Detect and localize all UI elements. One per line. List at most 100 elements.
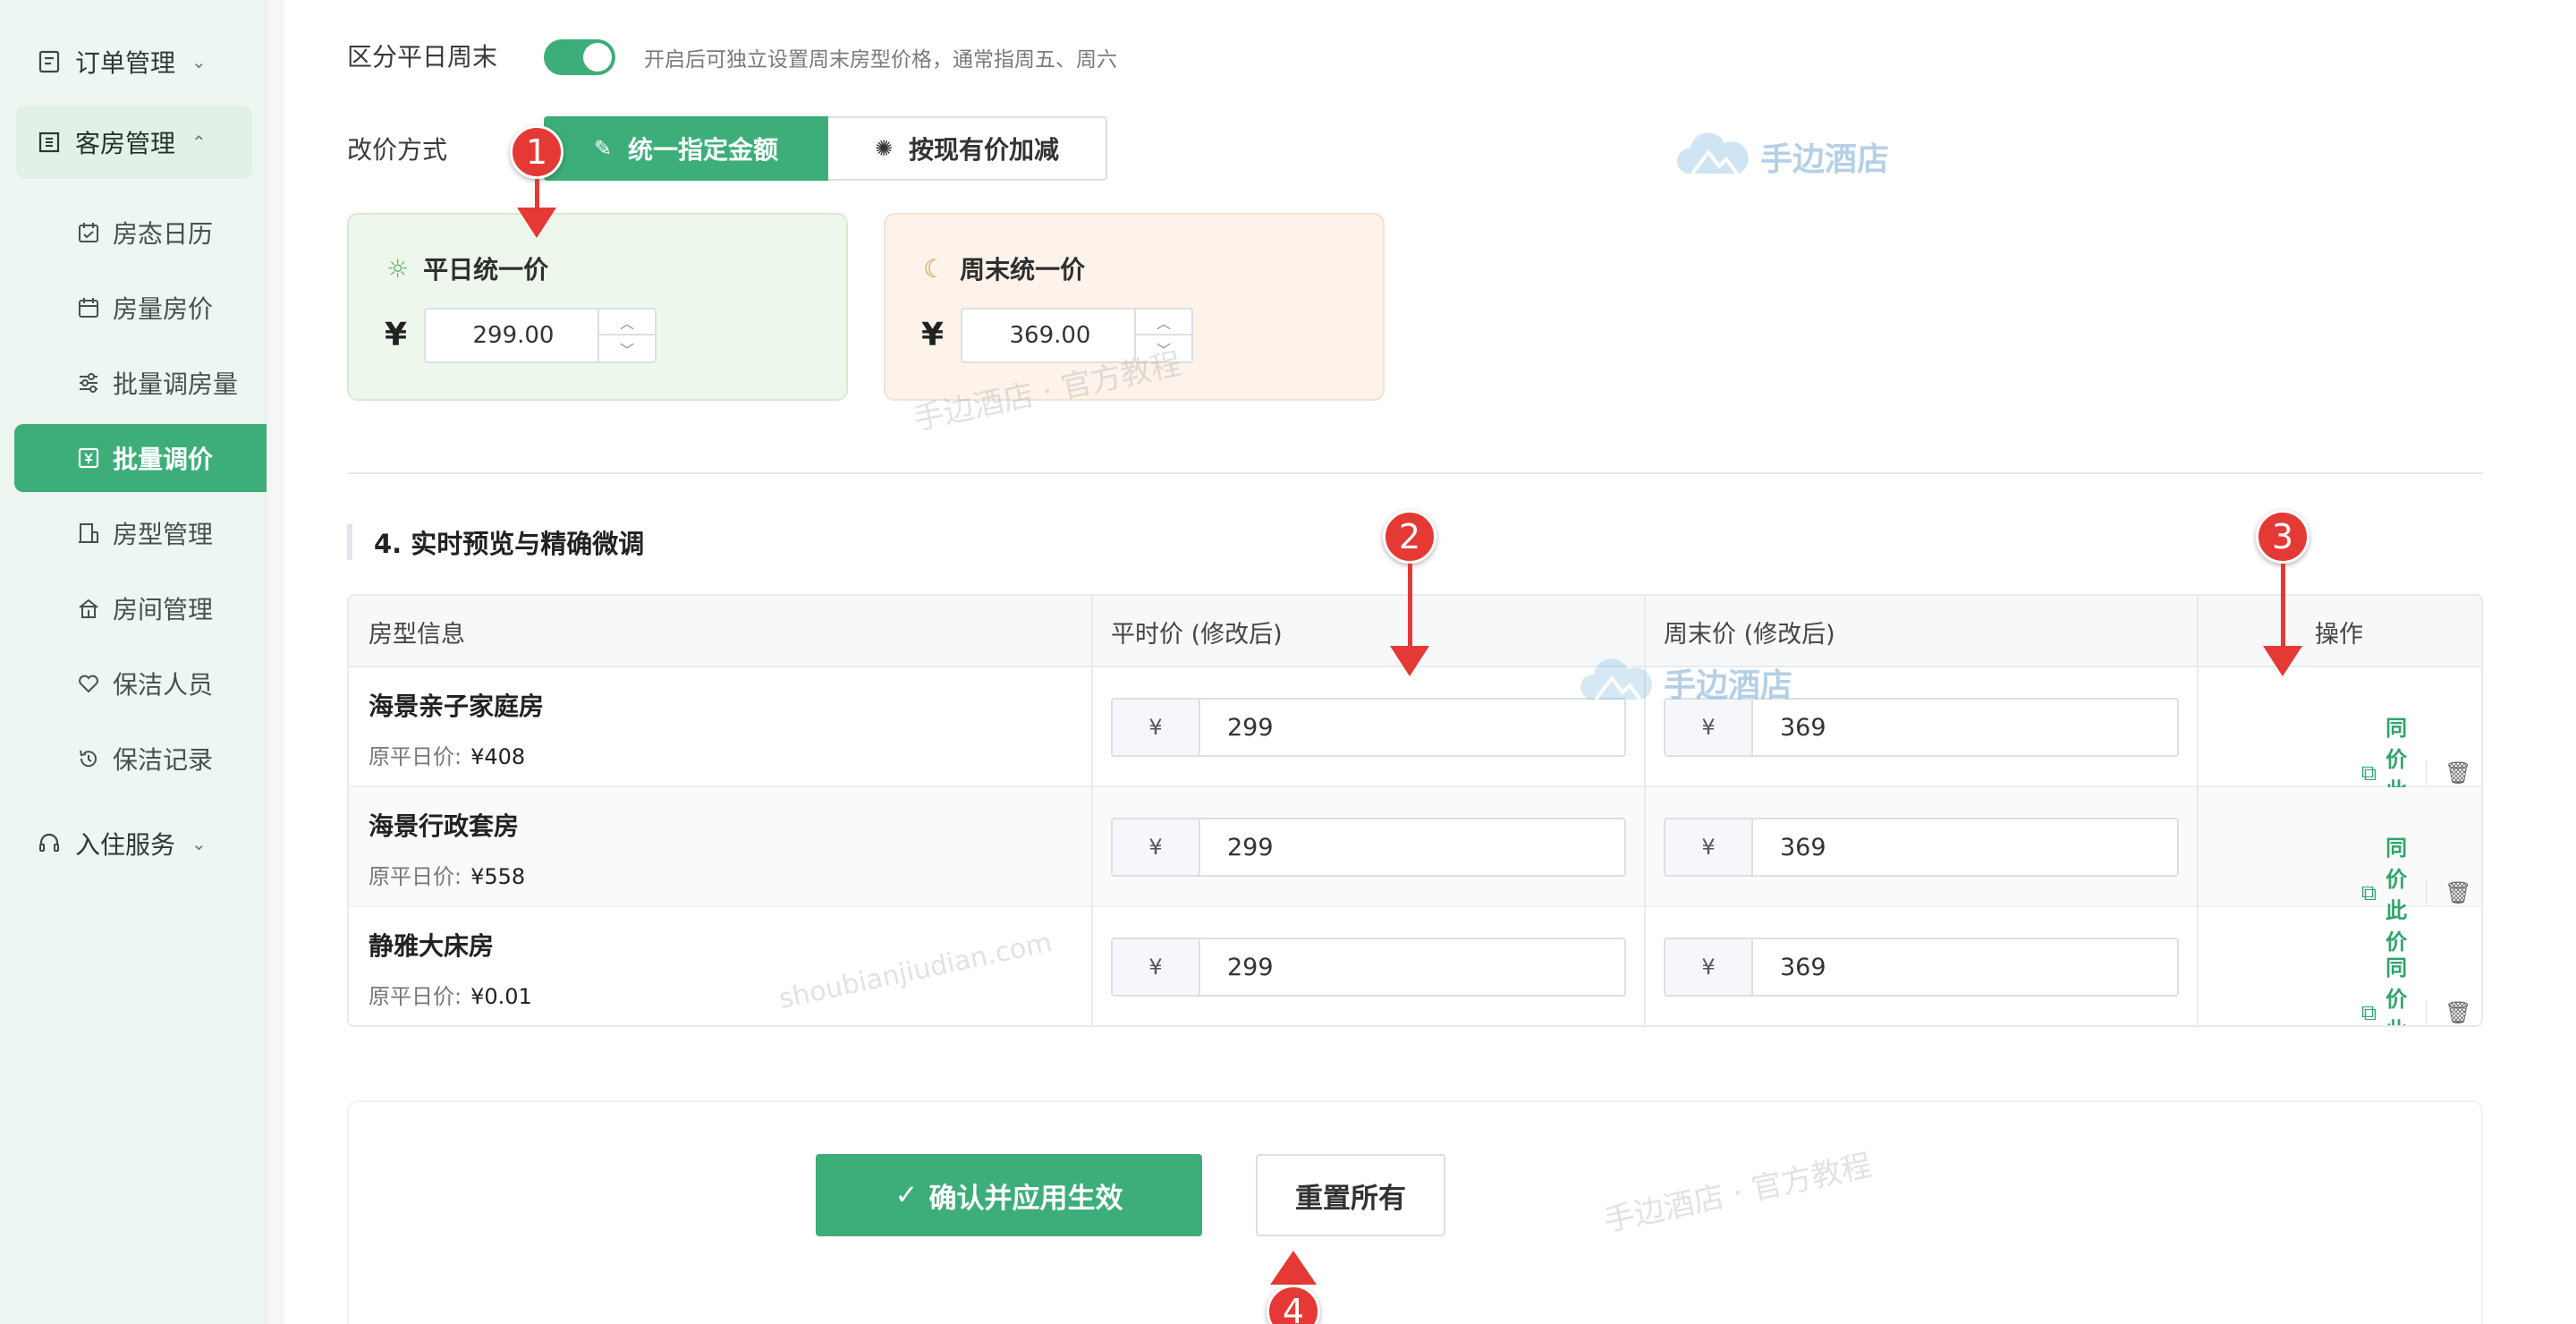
trash-icon: 🗑 (2445, 760, 2472, 785)
weekday-price-input[interactable]: 299.00 ︿ ﹀ (424, 308, 657, 363)
weekend-toggle-label: 区分平日周末 (347, 42, 498, 72)
weekday-price-card: ☼ 平日统一价 ¥ 299.00 ︿ ﹀ (347, 213, 848, 401)
room-type-name: 静雅大床房 (369, 931, 495, 961)
brand-watermark-text: 手边酒店 (1760, 140, 1890, 178)
reset-all-button[interactable]: 重置所有 (1256, 1154, 1445, 1236)
weekend-price-value: 369.00 (1009, 322, 1091, 349)
section-title: 4. 实时预览与精确微调 (347, 524, 644, 560)
currency-prefix: ¥ (1113, 700, 1200, 755)
stepper-up-button[interactable]: ︿ (1136, 310, 1191, 335)
mode-fixed-amount-button[interactable]: ✎ 统一指定金额 (544, 116, 828, 181)
sidebar-item-room-types[interactable]: 房型管理 (14, 499, 267, 567)
mode-adjust-button[interactable]: ✺ 按现有价加减 (828, 116, 1107, 181)
mode-option-label: 按现有价加减 (909, 135, 1060, 165)
copy-icon: ⧉ (2361, 1000, 2377, 1025)
heart-hand-icon (75, 670, 102, 697)
sidebar-item-cleaners[interactable]: 保洁人员 (14, 649, 267, 717)
op-divider (2426, 1001, 2428, 1024)
annotation-arrow-head (1390, 646, 1429, 676)
annotation-arrow-head (2263, 646, 2302, 676)
sidebar-item-label: 房间管理 (113, 595, 214, 624)
stepper-down-button[interactable]: ﹀ (599, 335, 655, 361)
chevron-up-icon: ⌃ (191, 132, 207, 153)
sidebar-item-room-calendar[interactable]: 房态日历 (14, 199, 267, 267)
weekend-price-input[interactable]: 369.00 ︿ ﹀ (961, 308, 1193, 363)
stepper-down-button[interactable]: ﹀ (1136, 335, 1191, 361)
currency-symbol: ¥ (385, 317, 408, 353)
main-panel: 区分平日周末 开启后可独立设置周末房型价格，通常指周五、周六 改价方式 ✎ 统一… (284, 0, 2576, 1324)
original-price-value: ¥558 (470, 864, 526, 889)
confirm-apply-button[interactable]: ✓ 确认并应用生效 (816, 1154, 1202, 1236)
edit-icon: ✎ (593, 136, 613, 161)
calendar-check-icon (75, 219, 102, 246)
weekday-price-value: 299.00 (472, 322, 555, 349)
cloud-logo-icon (1576, 651, 1657, 713)
same-price-button[interactable]: ⧉ 同价此价 (2361, 950, 2408, 1025)
reset-label: 重置所有 (1295, 1182, 1406, 1215)
sidebar-item-room-price[interactable]: 房量房价 (14, 274, 267, 342)
sidebar-group-label: 订单管理 (75, 48, 176, 78)
annotation-arrow (2281, 564, 2285, 649)
sidebar-item-batch-price[interactable]: 批量调价 (14, 424, 267, 492)
sidebar-group-rooms[interactable]: 客房管理 ⌃ (16, 106, 252, 179)
copy-icon: ⧉ (2361, 880, 2377, 905)
original-price-label: 原平日价: (369, 864, 462, 889)
building-chart-icon (75, 520, 102, 547)
weekend-price-card: ☾ 周末统一价 ¥ 369.00 ︿ ﹀ (884, 213, 1385, 401)
weekend-price-field[interactable]: ¥369 (1664, 938, 2179, 997)
currency-prefix: ¥ (1113, 939, 1200, 995)
sidebar-item-batch-inventory[interactable]: 批量调房量 (14, 349, 267, 417)
sidebar-item-label: 批量调房量 (113, 369, 239, 399)
brand-watermark: 手边酒店 (1673, 125, 1889, 187)
weekend-toggle-hint: 开启后可独立设置周末房型价格，通常指周五、周六 (644, 48, 1117, 72)
original-price-value: ¥0.01 (470, 984, 532, 1009)
chevron-down-icon: ⌄ (191, 833, 207, 854)
trash-icon: 🗑 (2445, 1000, 2472, 1025)
weekday-price-field[interactable]: ¥299 (1111, 698, 1626, 757)
weekend-price-field[interactable]: ¥369 (1664, 818, 2179, 877)
table-row: 海景亲子家庭房 原平日价:¥408 ¥299 ¥369 ⧉同价此价 🗑移除 (349, 667, 2481, 835)
remove-button[interactable]: 🗑 移除 (2445, 981, 2481, 1025)
room-type-name: 海景亲子家庭房 (369, 692, 545, 721)
confirm-label: 确认并应用生效 (928, 1182, 1123, 1215)
column-divider (1091, 596, 1093, 1025)
price-tag-icon (75, 445, 102, 471)
check-icon: ✓ (894, 1179, 919, 1211)
table-row: 海景行政套房 原平日价:¥558 ¥299 ¥369 ⧉同价此价 🗑移除 (349, 787, 2481, 955)
original-price: 原平日价: ¥0.01 (369, 979, 532, 1010)
original-price: 原平日价: ¥408 (369, 739, 525, 770)
moon-icon: ☾ (923, 253, 946, 284)
toggle-knob (583, 43, 612, 72)
sidebar-group-checkin[interactable]: 入住服务 ⌄ (16, 807, 252, 880)
history-icon (75, 745, 102, 772)
same-price-label: 同价此价 (2385, 955, 2408, 1025)
sidebar: 订单管理 ⌄ 客房管理 ⌃ 房态日历 房量房价 批量调房量 批量调价 房型管理 … (0, 0, 267, 1324)
sidebar-item-cleaning-log[interactable]: 保洁记录 (14, 725, 267, 793)
weekday-price-field[interactable]: ¥299 (1111, 938, 1626, 997)
weekend-toggle[interactable] (544, 39, 615, 75)
annotation-marker-1: 1 (510, 125, 564, 179)
sidebar-item-label: 保洁记录 (113, 745, 214, 775)
currency-prefix: ¥ (1665, 819, 1753, 875)
original-price-label: 原平日价: (369, 744, 462, 769)
copy-icon: ⧉ (2361, 760, 2377, 785)
weekday-price-value: 299 (1227, 953, 1274, 981)
weekday-price-value: 299 (1227, 833, 1274, 861)
stepper-up-button[interactable]: ︿ (599, 310, 655, 335)
col-header-weekday: 平时价 (修改后) (1111, 620, 1283, 649)
sidebar-group-label: 客房管理 (75, 129, 176, 158)
col-header-ops: 操作 (2315, 620, 2363, 649)
number-stepper: ︿ ﹀ (597, 310, 655, 361)
brand-watermark: 手边酒店 (1576, 651, 1792, 713)
table-row: 静雅大床房 原平日价: ¥0.01 ¥299 ¥369 ⧉ 同价此价 🗑 移除 (349, 907, 2481, 1025)
sidebar-group-orders[interactable]: 订单管理 ⌄ (16, 25, 252, 98)
op-divider (2426, 761, 2428, 785)
sun-icon: ☼ (386, 253, 410, 284)
house-icon (75, 595, 102, 622)
sidebar-item-rooms[interactable]: 房间管理 (14, 574, 267, 642)
annotation-marker-3: 3 (2256, 510, 2309, 564)
number-stepper: ︿ ﹀ (1134, 310, 1191, 361)
price-mode-label: 改价方式 (347, 135, 448, 165)
weekday-price-field[interactable]: ¥299 (1111, 818, 1626, 877)
section-divider (347, 472, 2483, 474)
